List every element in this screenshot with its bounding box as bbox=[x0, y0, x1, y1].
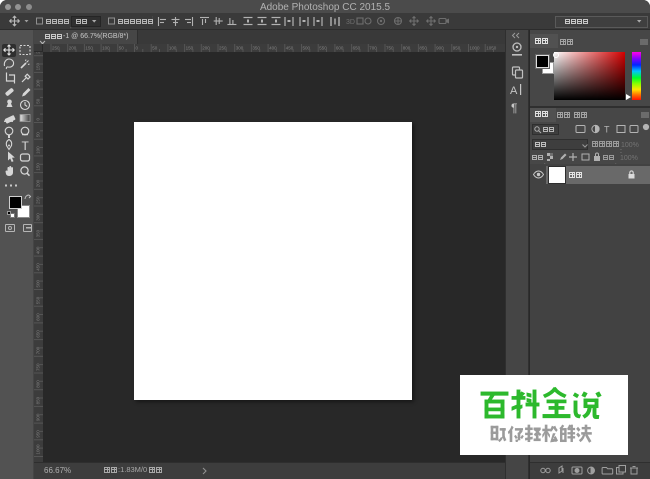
svg-text:300: 300 bbox=[36, 213, 41, 221]
svg-text:250: 250 bbox=[36, 196, 41, 204]
svg-text:100: 100 bbox=[36, 79, 41, 87]
svg-text:1000: 1000 bbox=[470, 46, 481, 51]
svg-text:800: 800 bbox=[36, 380, 41, 388]
svg-text:700: 700 bbox=[36, 346, 41, 354]
svg-text:850: 850 bbox=[36, 396, 41, 404]
svg-text:3D: 3D bbox=[346, 19, 355, 26]
svg-text:150: 150 bbox=[36, 62, 41, 70]
svg-text:T: T bbox=[604, 125, 610, 135]
svg-text:150: 150 bbox=[36, 163, 41, 171]
svg-text:50: 50 bbox=[36, 98, 41, 104]
svg-text:650: 650 bbox=[36, 330, 41, 338]
svg-text:50: 50 bbox=[152, 46, 158, 51]
svg-text:450: 450 bbox=[36, 263, 41, 271]
svg-text:600: 600 bbox=[36, 313, 41, 321]
svg-text:350: 350 bbox=[36, 229, 41, 237]
svg-text:500: 500 bbox=[36, 279, 41, 287]
svg-text:400: 400 bbox=[36, 246, 41, 254]
svg-text:50: 50 bbox=[36, 132, 41, 138]
svg-text:200: 200 bbox=[36, 52, 41, 54]
svg-text:100: 100 bbox=[36, 146, 41, 154]
svg-text:200: 200 bbox=[36, 179, 41, 187]
svg-text:T: T bbox=[22, 139, 30, 153]
svg-text:1050: 1050 bbox=[486, 46, 497, 51]
svg-text:100: 100 bbox=[169, 46, 177, 51]
svg-text:1000: 1000 bbox=[36, 444, 41, 455]
svg-text:¶: ¶ bbox=[511, 101, 517, 115]
svg-text:750: 750 bbox=[36, 363, 41, 371]
svg-text:50: 50 bbox=[119, 46, 125, 51]
svg-text:950: 950 bbox=[36, 430, 41, 438]
svg-text:A: A bbox=[510, 85, 518, 97]
svg-text:900: 900 bbox=[36, 413, 41, 421]
svg-text:550: 550 bbox=[36, 296, 41, 304]
